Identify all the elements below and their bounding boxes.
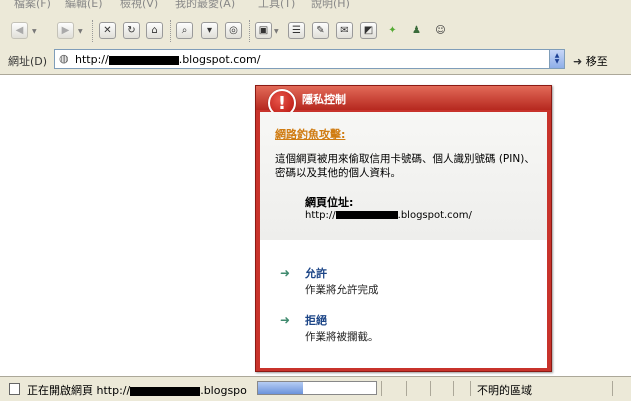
allow-title: 允許 bbox=[305, 267, 327, 280]
users-icon[interactable]: ☺ bbox=[432, 22, 449, 39]
address-url: http://.blogspot.com/ bbox=[75, 53, 261, 66]
toolbar: ◀ ▼ ▶ ▼ ✕ ↻ ⌂ ⌕ ▾ ◎ ▣ ▼ ☰ ✎ ✉ ◩ ✦ ♟ ☺ bbox=[0, 18, 631, 46]
arrow-right-icon: ➜ bbox=[280, 266, 291, 280]
dialog-titlebar: 隱私控制 bbox=[256, 86, 551, 110]
print-icon[interactable]: ☰ bbox=[288, 22, 305, 39]
menu-file[interactable]: 檔案(F) bbox=[14, 0, 51, 11]
security-zone: 不明的區域 bbox=[477, 384, 532, 397]
redaction bbox=[130, 386, 201, 396]
address-label: 網址(D) bbox=[8, 55, 48, 68]
go-arrow-icon: ➜ bbox=[573, 55, 583, 68]
toolbar-separator bbox=[170, 20, 171, 42]
redaction bbox=[335, 211, 398, 219]
page-address-label: 網頁位址: bbox=[305, 196, 354, 209]
back-icon[interactable]: ◀ bbox=[11, 22, 28, 39]
progress-fill bbox=[258, 382, 303, 394]
page-address-value: http://.blogspot.com/ bbox=[305, 210, 472, 221]
menu-tools[interactable]: 工具(T) bbox=[258, 0, 295, 11]
history-icon[interactable]: ◎ bbox=[225, 22, 242, 39]
status-pane bbox=[612, 381, 613, 396]
refresh-icon[interactable]: ↻ bbox=[123, 22, 140, 39]
phishing-heading-link[interactable]: 網路釣魚攻擊: bbox=[275, 126, 345, 142]
status-bar: 正在開啟網頁 http://.blogspo 不明的區域 bbox=[0, 376, 631, 401]
dialog-body: 網路釣魚攻擊: 這個網頁被用來偷取信用卡號碼、個人識別號碼 (PIN)、密碼以及… bbox=[260, 112, 547, 368]
go-button[interactable]: ➜ 移至 bbox=[573, 53, 608, 69]
menu-favorites[interactable]: 我的最愛(A) bbox=[175, 0, 235, 11]
page-icon: ◍ bbox=[59, 52, 69, 65]
page-content: 隱私控制 ! 網路釣魚攻擊: 這個網頁被用來偷取信用卡號碼、個人識別號碼 (PI… bbox=[0, 74, 631, 377]
research-icon[interactable]: ✦ bbox=[384, 22, 401, 39]
progress-bar bbox=[257, 381, 377, 395]
menu-help[interactable]: 說明(H) bbox=[311, 0, 350, 11]
forward-icon[interactable]: ▶ bbox=[57, 22, 74, 39]
menu-bar: 檔案(F) 編輯(E) 檢視(V) 我的最愛(A) 工具(T) 說明(H) bbox=[0, 0, 631, 12]
messenger-icon[interactable]: ◩ bbox=[360, 22, 377, 39]
toolbar-separator bbox=[92, 20, 93, 42]
search-icon[interactable]: ⌕ bbox=[176, 22, 193, 39]
address-input[interactable]: ◍ http://.blogspot.com/ ▲ ▼ bbox=[54, 49, 565, 69]
deny-description: 作業將被攔截。 bbox=[305, 331, 379, 343]
info-panel: 網路釣魚攻擊: 這個網頁被用來偷取信用卡號碼、個人識別號碼 (PIN)、密碼以及… bbox=[260, 112, 547, 240]
status-text: 正在開啟網頁 http://.blogspo bbox=[27, 384, 247, 397]
back-dropdown-icon[interactable]: ▼ bbox=[32, 28, 37, 35]
view-icon[interactable]: ▣ bbox=[255, 22, 272, 39]
dialog-title: 隱私控制 bbox=[302, 93, 346, 106]
status-pane bbox=[430, 381, 431, 396]
status-pane bbox=[406, 381, 407, 396]
status-pane bbox=[453, 381, 454, 396]
discuss-icon[interactable]: ✉ bbox=[336, 22, 353, 39]
edit-icon[interactable]: ✎ bbox=[312, 22, 329, 39]
arrow-right-icon: ➜ bbox=[280, 313, 291, 327]
toolbar-separator bbox=[249, 20, 250, 42]
status-pane bbox=[381, 381, 382, 396]
favorites-icon[interactable]: ▾ bbox=[201, 22, 218, 39]
address-dropdown-icon[interactable]: ▲ ▼ bbox=[549, 50, 564, 68]
deny-title: 拒絕 bbox=[305, 314, 327, 327]
forward-dropdown-icon[interactable]: ▼ bbox=[78, 28, 83, 35]
home-icon[interactable]: ⌂ bbox=[146, 22, 163, 39]
phishing-description: 這個網頁被用來偷取信用卡號碼、個人識別號碼 (PIN)、密碼以及其他的個人資料。 bbox=[275, 153, 535, 179]
stop-icon[interactable]: ✕ bbox=[99, 22, 116, 39]
view-dropdown-icon[interactable]: ▼ bbox=[274, 28, 279, 35]
allow-description: 作業將允許完成 bbox=[305, 284, 379, 296]
page-loading-icon bbox=[9, 383, 20, 395]
menu-view[interactable]: 檢視(V) bbox=[120, 0, 158, 11]
status-pane bbox=[470, 381, 471, 396]
redaction bbox=[108, 55, 179, 65]
menu-edit[interactable]: 編輯(E) bbox=[65, 0, 103, 11]
address-bar: 網址(D) ◍ http://.blogspot.com/ ▲ ▼ ➜ 移至 bbox=[0, 47, 631, 73]
privacy-icon[interactable]: ♟ bbox=[408, 22, 425, 39]
privacy-dialog: 隱私控制 ! 網路釣魚攻擊: 這個網頁被用來偷取信用卡號碼、個人識別號碼 (PI… bbox=[255, 85, 552, 372]
